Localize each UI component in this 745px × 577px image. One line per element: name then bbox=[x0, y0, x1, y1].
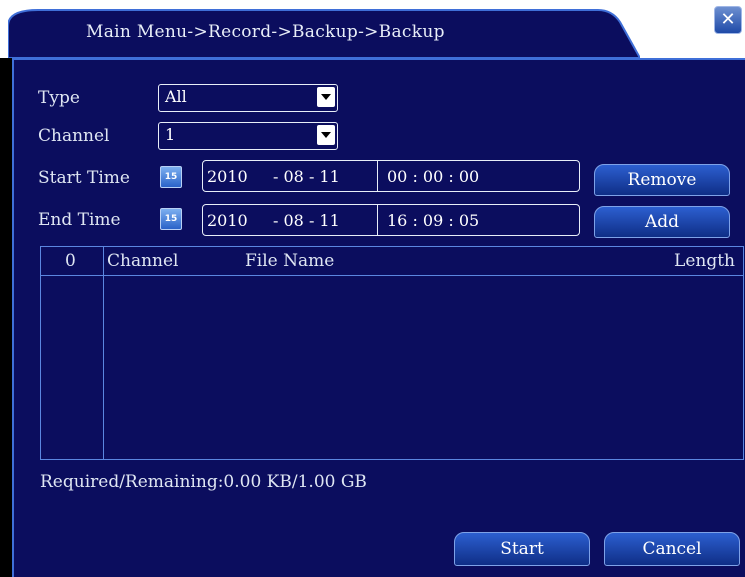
end-date-month-day[interactable]: - 08 - 11 bbox=[273, 211, 340, 230]
channel-label: Channel bbox=[38, 126, 110, 146]
backup-dialog: Main Menu->Record->Backup->Backup ✕ Type… bbox=[0, 0, 745, 577]
type-select-value: All bbox=[165, 87, 187, 106]
start-time-value[interactable]: 00 : 00 : 00 bbox=[387, 167, 479, 186]
end-time-label: End Time bbox=[38, 210, 121, 230]
column-header-channel[interactable]: Channel bbox=[107, 251, 179, 271]
start-button[interactable]: Start bbox=[454, 532, 590, 566]
start-date-month-day[interactable]: - 08 - 11 bbox=[273, 167, 340, 186]
backup-file-list[interactable]: 0 Channel File Name Length bbox=[40, 246, 744, 460]
chevron-down-icon[interactable] bbox=[317, 125, 335, 145]
calendar-icon[interactable]: 15 bbox=[160, 166, 182, 188]
type-label: Type bbox=[38, 88, 80, 108]
date-time-divider bbox=[377, 161, 378, 191]
add-button[interactable]: Add bbox=[594, 206, 730, 238]
start-time-label: Start Time bbox=[38, 168, 130, 188]
required-remaining-status: Required/Remaining:0.00 KB/1.00 GB bbox=[40, 472, 367, 492]
content-panel: Type All Channel 1 Start Time 15 2010 - … bbox=[0, 58, 745, 577]
chevron-down-icon[interactable] bbox=[317, 87, 335, 107]
close-icon[interactable]: ✕ bbox=[714, 6, 742, 34]
start-time-field[interactable]: 2010 - 08 - 11 00 : 00 : 00 bbox=[202, 160, 580, 192]
end-time-value[interactable]: 16 : 09 : 05 bbox=[387, 211, 479, 230]
window-title: Main Menu->Record->Backup->Backup bbox=[86, 22, 445, 42]
column-header-index[interactable]: 0 bbox=[65, 251, 76, 271]
column-header-length[interactable]: Length bbox=[674, 251, 735, 271]
start-date-year[interactable]: 2010 bbox=[207, 167, 248, 186]
list-header: 0 Channel File Name Length bbox=[41, 247, 743, 276]
cancel-button[interactable]: Cancel bbox=[604, 532, 740, 566]
end-date-year[interactable]: 2010 bbox=[207, 211, 248, 230]
remove-button[interactable]: Remove bbox=[594, 164, 730, 196]
end-time-field[interactable]: 2010 - 08 - 11 16 : 09 : 05 bbox=[202, 204, 580, 236]
type-select[interactable]: All bbox=[158, 84, 338, 112]
calendar-icon[interactable]: 15 bbox=[160, 208, 182, 230]
title-bar: Main Menu->Record->Backup->Backup ✕ bbox=[0, 0, 745, 58]
date-time-divider bbox=[377, 205, 378, 235]
column-divider bbox=[103, 247, 104, 459]
channel-select-value: 1 bbox=[165, 125, 176, 144]
channel-select[interactable]: 1 bbox=[158, 122, 338, 150]
column-header-file-name[interactable]: File Name bbox=[245, 251, 334, 271]
